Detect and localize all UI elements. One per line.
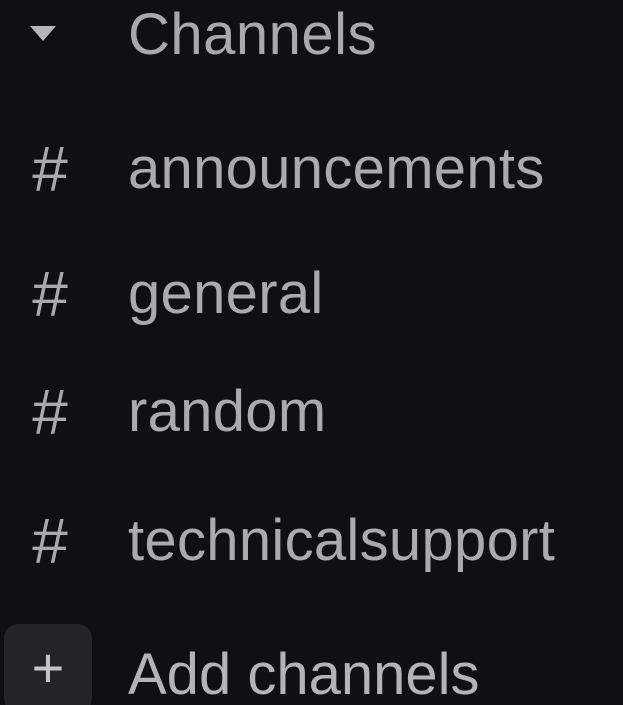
add-channels-label: Add channels xyxy=(128,642,480,705)
channel-item-random[interactable]: # random xyxy=(0,367,623,457)
channel-name: announcements xyxy=(128,136,545,201)
hash-icon: # xyxy=(32,258,68,330)
channel-name: technicalsupport xyxy=(128,508,556,573)
plus-icon[interactable]: + xyxy=(4,624,92,705)
channel-name: random xyxy=(128,379,327,444)
channel-item-technicalsupport[interactable]: # technicalsupport xyxy=(0,496,623,586)
channel-item-general[interactable]: # general xyxy=(0,249,623,339)
channels-section-title[interactable]: Channels xyxy=(128,4,377,66)
add-channels-button[interactable]: + Add channels xyxy=(0,620,623,705)
caret-down-icon[interactable] xyxy=(30,26,56,41)
channel-name: general xyxy=(128,261,324,326)
channel-item-announcements[interactable]: # announcements xyxy=(0,124,623,214)
channels-section-header[interactable]: Channels xyxy=(0,0,623,72)
hash-icon: # xyxy=(32,376,68,448)
hash-icon: # xyxy=(32,505,68,577)
channels-sidebar: Channels # announcements # general # ran… xyxy=(0,0,623,705)
hash-icon: # xyxy=(32,133,68,205)
